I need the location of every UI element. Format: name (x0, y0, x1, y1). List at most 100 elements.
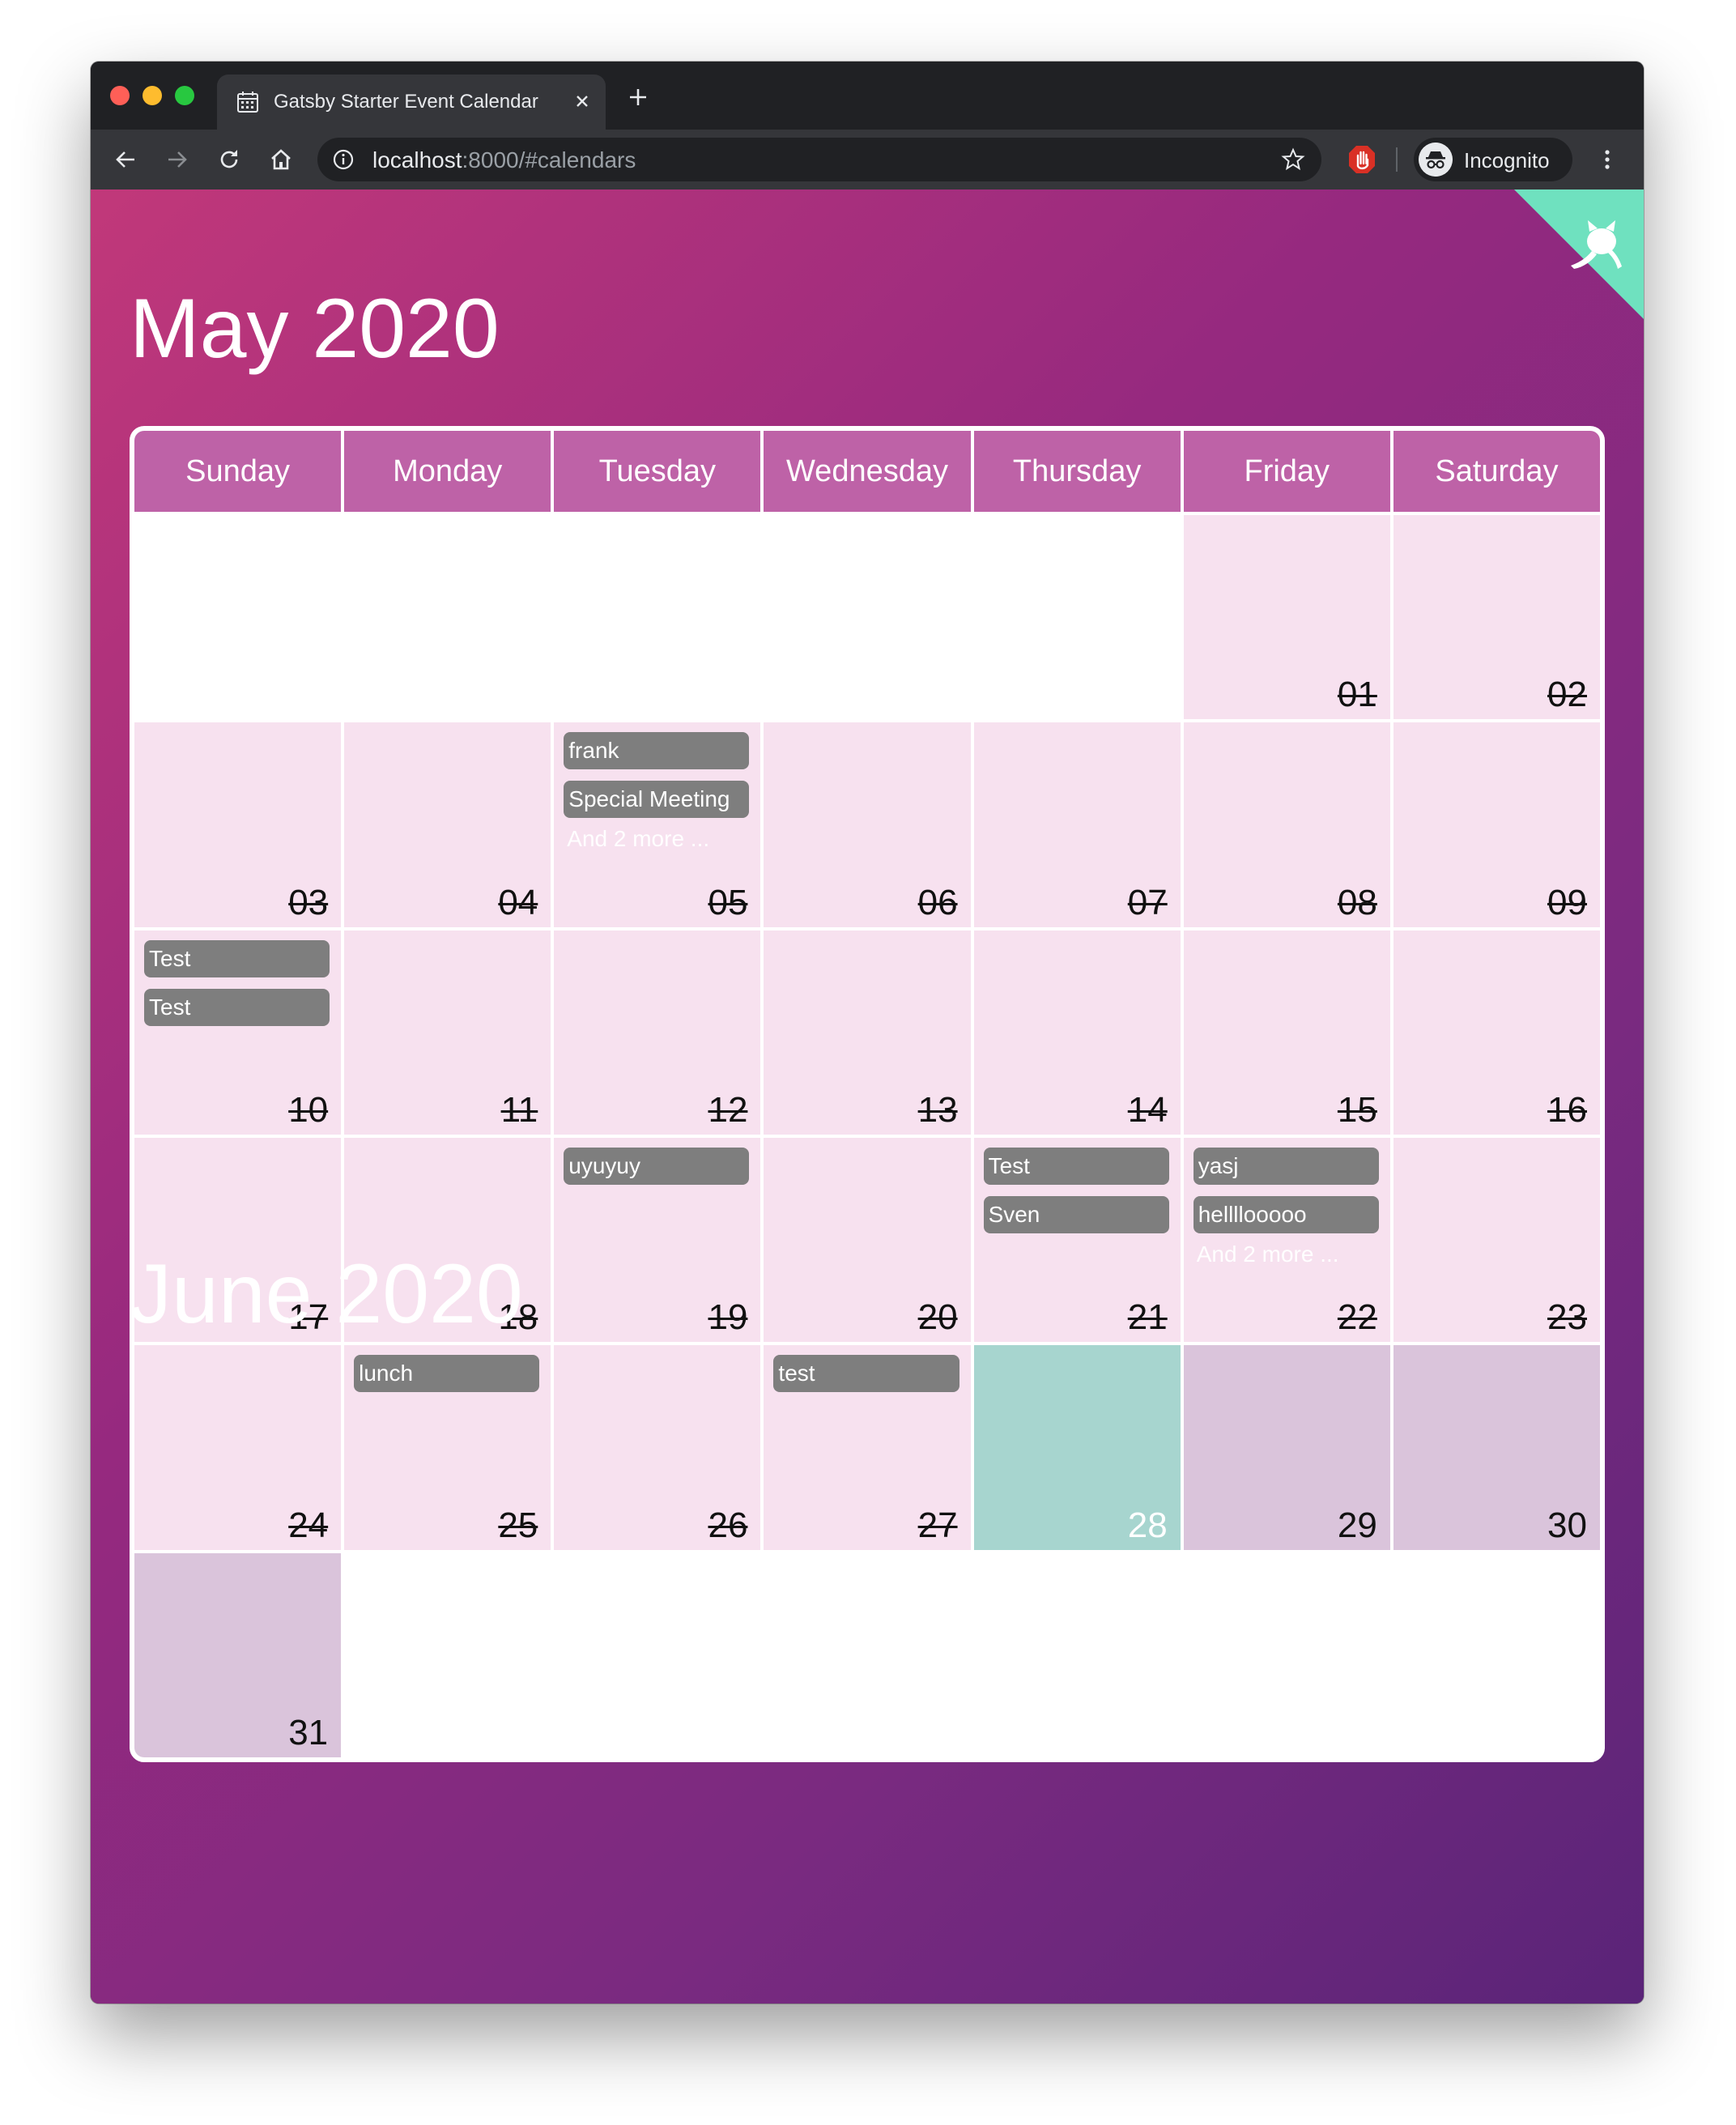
event-pill[interactable]: yasj (1193, 1147, 1379, 1185)
day-cell[interactable]: 04 (344, 722, 551, 927)
day-cell-empty (974, 515, 1181, 719)
day-cell[interactable]: 23 (1393, 1137, 1600, 1343)
day-cell-empty (134, 515, 341, 719)
day-cell[interactable]: Test Sven 21 (973, 1137, 1181, 1343)
day-cell[interactable]: uyuyuy 19 (554, 1137, 761, 1343)
tab-strip: Gatsby Starter Event Calendar (91, 62, 1644, 130)
minimize-window-button[interactable] (143, 86, 162, 105)
event-pill[interactable]: Test (983, 1147, 1169, 1185)
day-cell-empty (1393, 1553, 1600, 1757)
page-content: May 2020 Sunday Monday Tuesday Wednesday… (91, 190, 1644, 2004)
day-cell[interactable]: yasj hellllooooo And 2 more ... 22 (1183, 1137, 1390, 1343)
day-number: 04 (498, 882, 538, 922)
event-pill[interactable]: lunch (354, 1355, 540, 1393)
more-events-link[interactable]: And 2 more ... (1194, 1241, 1379, 1267)
more-events-link[interactable]: And 2 more ... (564, 826, 749, 852)
url-path: :8000/#calendars (462, 147, 636, 172)
day-cell[interactable]: 03 (134, 722, 342, 927)
day-cell[interactable]: frank Special Meeting And 2 more ... 05 (554, 722, 761, 927)
day-cell-empty (344, 515, 551, 719)
day-number: 31 (288, 1712, 329, 1752)
url-host: localhost (372, 147, 462, 172)
day-cell[interactable]: lunch 25 (344, 1345, 551, 1550)
day-cell[interactable]: 29 (1183, 1345, 1390, 1550)
day-cell[interactable]: 16 (1393, 930, 1600, 1135)
day-cell-today[interactable]: 28 (973, 1345, 1181, 1550)
event-pill[interactable]: Special Meeting (564, 781, 750, 819)
weekday-friday: Friday (1183, 431, 1390, 512)
close-window-button[interactable] (110, 86, 130, 105)
incognito-label: Incognito (1464, 148, 1550, 172)
day-cell[interactable]: 15 (1183, 930, 1390, 1135)
day-cell[interactable]: 26 (554, 1345, 761, 1550)
browser-toolbar: localhost:8000/#calendars Incognito (91, 130, 1644, 190)
month-title: May 2020 (130, 282, 500, 376)
day-cell-empty (974, 1553, 1181, 1757)
day-cell[interactable]: 12 (554, 930, 761, 1135)
incognito-icon (1419, 143, 1453, 177)
day-cell[interactable]: 02 (1393, 515, 1600, 720)
day-cell[interactable]: 09 (1393, 722, 1600, 927)
day-cell[interactable]: 01 (1183, 515, 1390, 720)
day-number: 26 (708, 1505, 748, 1545)
day-number: 07 (1127, 882, 1168, 922)
browser-tab[interactable]: Gatsby Starter Event Calendar (217, 75, 606, 130)
day-cell[interactable]: 06 (764, 722, 971, 927)
github-corner-icon[interactable] (1514, 190, 1644, 319)
day-number: 20 (917, 1297, 958, 1338)
day-number: 22 (1337, 1297, 1377, 1338)
weekday-thursday: Thursday (973, 431, 1181, 512)
info-icon[interactable] (332, 148, 355, 171)
day-cell[interactable]: 30 (1393, 1345, 1600, 1550)
day-cell[interactable]: 13 (764, 930, 971, 1135)
calendar-icon (237, 92, 258, 113)
event-list: Test Sven (983, 1147, 1169, 1233)
day-cell[interactable]: 08 (1183, 722, 1390, 927)
weekday-monday: Monday (344, 431, 551, 512)
weekday-tuesday: Tuesday (554, 431, 761, 512)
more-menu-icon[interactable] (1593, 146, 1621, 173)
day-number: 24 (288, 1505, 329, 1545)
day-number: 15 (1337, 1089, 1377, 1130)
event-list: Test Test (144, 939, 330, 1026)
day-cell[interactable]: 24 (134, 1345, 342, 1550)
day-cell[interactable]: 20 (764, 1137, 971, 1343)
new-tab-icon[interactable] (625, 84, 651, 110)
day-cell[interactable]: 07 (973, 722, 1181, 927)
weekday-saturday: Saturday (1393, 431, 1600, 512)
event-pill[interactable]: hellllooooo (1193, 1195, 1379, 1233)
maximize-window-button[interactable] (175, 86, 194, 105)
bookmark-star-icon[interactable] (1281, 147, 1305, 172)
day-number: 21 (1127, 1297, 1168, 1338)
day-number: 03 (288, 882, 329, 922)
event-pill[interactable]: Sven (983, 1195, 1169, 1233)
forward-icon[interactable] (164, 146, 191, 173)
next-month-title: June 2020 (130, 1247, 523, 1341)
calendar-grid: 01 02 03 04 frank Special Meeting And 2 more .… (134, 515, 1600, 1757)
event-pill[interactable]: Test (144, 939, 330, 977)
day-number: 29 (1337, 1505, 1377, 1545)
reload-icon[interactable] (215, 146, 243, 173)
day-number: 25 (498, 1505, 538, 1545)
stop-hand-extension-icon[interactable] (1347, 144, 1376, 175)
address-bar[interactable]: localhost:8000/#calendars (317, 138, 1321, 181)
day-number: 08 (1337, 882, 1377, 922)
url-text[interactable]: localhost:8000/#calendars (372, 147, 636, 173)
event-pill[interactable]: Test (144, 988, 330, 1026)
day-number: 11 (500, 1089, 538, 1130)
home-icon[interactable] (267, 146, 295, 173)
browser-window: Gatsby Starter Event Calendar localhost:… (91, 62, 1644, 2004)
incognito-profile-button[interactable]: Incognito (1414, 138, 1572, 181)
back-icon[interactable] (112, 146, 139, 173)
day-cell[interactable]: 11 (344, 930, 551, 1135)
day-number: 14 (1127, 1089, 1168, 1130)
event-pill[interactable]: test (773, 1355, 959, 1393)
toolbar-separator (1396, 147, 1398, 172)
close-tab-icon[interactable] (570, 89, 594, 113)
day-cell[interactable]: test 27 (764, 1345, 971, 1550)
event-pill[interactable]: uyuyuy (564, 1147, 750, 1185)
day-cell[interactable]: 31 (134, 1552, 342, 1757)
event-pill[interactable]: frank (564, 732, 750, 770)
day-cell[interactable]: Test Test 10 (134, 930, 342, 1135)
day-cell[interactable]: 14 (973, 930, 1181, 1135)
